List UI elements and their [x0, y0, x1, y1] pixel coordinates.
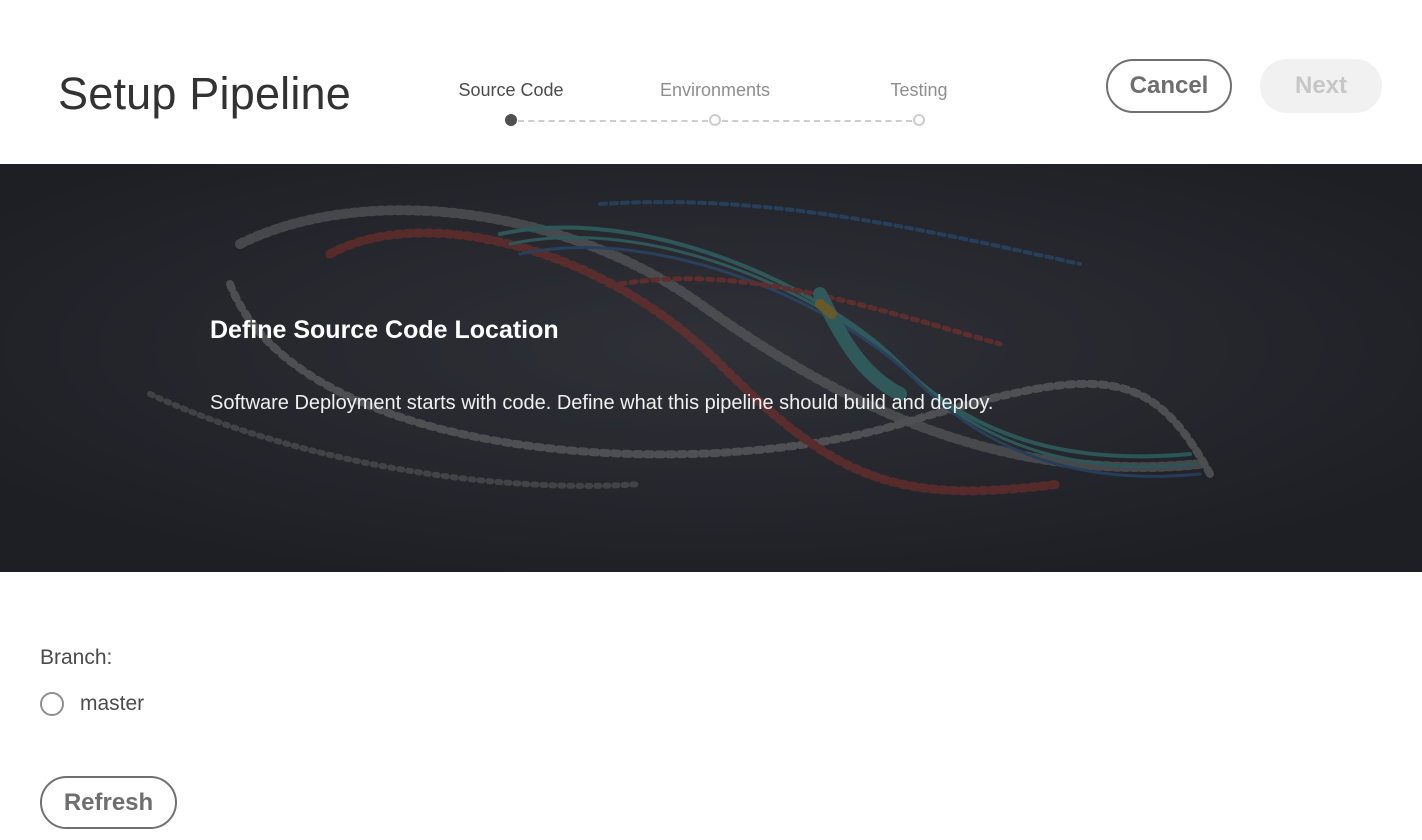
step-indicator-testing [913, 114, 925, 126]
step-testing[interactable]: Testing [890, 80, 947, 101]
step-environments[interactable]: Environments [660, 80, 770, 101]
step-indicator-environments [709, 114, 721, 126]
radio-label[interactable]: master [80, 692, 144, 716]
next-button[interactable]: Next [1260, 59, 1382, 113]
step-indicator-source-code [505, 114, 517, 126]
branch-option-master[interactable]: master [40, 690, 144, 718]
hero-banner: Define Source Code Location Software Dep… [0, 164, 1422, 572]
step-connector [518, 120, 708, 122]
wizard-stepper: Source Code Environments Testing [458, 78, 960, 138]
hero-description: Software Deployment starts with code. De… [210, 392, 994, 414]
refresh-button[interactable]: Refresh [40, 776, 177, 829]
hero-background-art [0, 164, 1422, 572]
step-source-code[interactable]: Source Code [458, 80, 563, 101]
page-title: Setup Pipeline [58, 68, 352, 119]
step-connector [722, 120, 912, 122]
radio-button[interactable] [40, 692, 64, 716]
header: Setup Pipeline Source Code Environments … [0, 0, 1422, 164]
hero-title: Define Source Code Location [210, 316, 559, 344]
branch-label: Branch: [40, 646, 113, 669]
cancel-button[interactable]: Cancel [1106, 59, 1232, 113]
